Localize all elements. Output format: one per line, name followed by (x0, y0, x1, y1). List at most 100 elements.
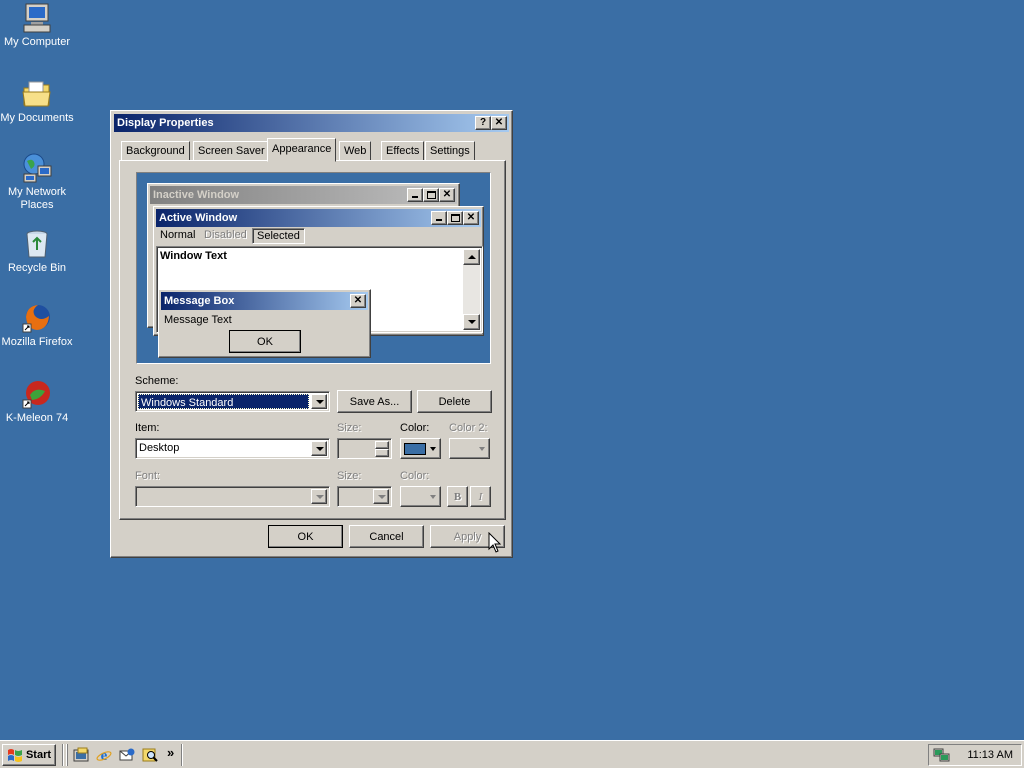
dialog-title: Display Properties (117, 117, 214, 129)
scheme-select-value: Windows Standard (138, 394, 309, 409)
item-select-value: Desktop (139, 442, 180, 454)
delete-button[interactable]: Delete (417, 390, 492, 413)
desktop-icon-label: Recycle Bin (7, 262, 67, 274)
minimize-icon (407, 188, 423, 202)
taskbar-divider (181, 744, 183, 766)
desktop-icon-label: My Documents (0, 112, 74, 124)
italic-button: I (470, 486, 491, 507)
font-color-button (400, 486, 441, 507)
taskbar: Start e » 11:13 AM (0, 740, 1024, 768)
save-as-button[interactable]: Save As... (337, 390, 412, 413)
tab-appearance[interactable]: Appearance (267, 138, 337, 162)
windows-logo-icon (7, 749, 22, 762)
scroll-down-icon (463, 314, 480, 330)
chevron-down-icon[interactable] (311, 394, 327, 409)
chevron-down-icon[interactable] (311, 441, 327, 456)
search-icon[interactable] (142, 747, 158, 763)
font-size-select (337, 486, 392, 507)
item-color-label: Color: (400, 422, 430, 434)
dialog-titlebar[interactable]: Display Properties ? ✕ (114, 114, 509, 132)
svg-text:e: e (101, 748, 108, 763)
chevron-down-icon (479, 447, 485, 451)
desktop-icon-k-meleon[interactable]: K-Meleon 74 (0, 378, 74, 425)
tab-screen-saver[interactable]: Screen Saver (193, 141, 270, 161)
maximize-icon (447, 211, 463, 225)
desktop-icon-label: K-Meleon 74 (5, 412, 69, 424)
desktop-icon-network-places[interactable]: My Network Places (0, 152, 74, 212)
help-button[interactable]: ? (475, 116, 491, 130)
minimize-icon (431, 211, 447, 225)
desktop-icon-label: My Computer (3, 36, 71, 48)
start-button[interactable]: Start (2, 744, 56, 766)
scheme-select[interactable]: Windows Standard (135, 391, 330, 412)
desktop-icon-recycle-bin[interactable]: Recycle Bin (0, 228, 74, 275)
preview-msgbox-title: Message Box (161, 292, 368, 310)
appearance-preview[interactable]: Inactive Window ✕ Active Window ✕ Normal… (136, 172, 491, 364)
font-select (135, 486, 330, 507)
desktop-icon-firefox[interactable]: Mozilla Firefox (0, 302, 74, 349)
quicklaunch-more[interactable]: » (167, 745, 174, 760)
item-color-button[interactable] (400, 438, 441, 459)
quicklaunch-handle[interactable] (66, 744, 68, 766)
tab-effects[interactable]: Effects (381, 141, 425, 161)
chevron-down-icon (311, 489, 327, 504)
preview-msgbox-text: Message Text (164, 314, 232, 326)
outlook-express-icon[interactable] (119, 747, 135, 763)
my-computer-icon (23, 3, 51, 33)
cancel-button[interactable]: Cancel (349, 525, 424, 548)
preview-menu-disabled: Disabled (204, 229, 247, 241)
preview-scrollbar (463, 249, 480, 330)
spin-down-icon (375, 449, 389, 457)
chevron-down-icon (373, 489, 389, 504)
item-color2-label: Color 2: (449, 422, 488, 434)
ok-button[interactable]: OK (268, 525, 343, 548)
maximize-icon (423, 188, 439, 202)
network-connection-icon[interactable] (933, 747, 951, 763)
close-button[interactable]: ✕ (491, 116, 507, 130)
recycle-bin-icon (26, 230, 48, 258)
item-select[interactable]: Desktop (135, 438, 330, 459)
preview-menu-normal: Normal (160, 229, 196, 241)
tab-background[interactable]: Background (121, 141, 190, 161)
close-icon: ✕ (439, 188, 455, 202)
desktop-icon-label: My Network Places (7, 186, 67, 211)
font-label: Font: (135, 470, 161, 482)
preview-window-text: Window Text (160, 250, 227, 262)
font-size-label: Size: (337, 470, 362, 482)
clock[interactable]: 11:13 AM (967, 749, 1013, 761)
item-label: Item: (135, 422, 160, 434)
color-swatch (404, 442, 426, 455)
system-tray: 11:13 AM (928, 744, 1022, 766)
spin-up-icon (375, 441, 389, 449)
close-icon: ✕ (350, 294, 366, 308)
item-size-label: Size: (337, 422, 362, 434)
bold-button: B (447, 486, 468, 507)
tab-settings[interactable]: Settings (425, 141, 475, 161)
mouse-cursor-icon (488, 532, 502, 553)
close-icon: ✕ (463, 211, 479, 225)
start-label: Start (25, 749, 52, 761)
appearance-tab-panel: Inactive Window ✕ Active Window ✕ Normal… (119, 160, 506, 520)
desktop-icon-label: Mozilla Firefox (1, 336, 73, 348)
item-size-spinner (337, 438, 392, 459)
desktop-icon-my-documents[interactable]: My Documents (0, 78, 74, 125)
internet-explorer-icon[interactable]: e (96, 747, 112, 763)
display-properties-dialog: Display Properties ? ✕ Background Screen… (110, 110, 513, 558)
tab-web[interactable]: Web (339, 141, 372, 161)
taskbar-divider (62, 744, 64, 766)
scroll-up-icon (463, 249, 480, 265)
scheme-label: Scheme: (135, 375, 179, 387)
k-meleon-icon (22, 381, 50, 409)
desktop-icon-my-computer[interactable]: My Computer (0, 2, 74, 49)
show-desktop-icon[interactable] (73, 747, 89, 763)
network-places-icon (23, 153, 52, 183)
chevron-down-icon (430, 495, 436, 499)
chevron-down-icon (430, 447, 436, 451)
item-color2-button (449, 438, 490, 459)
preview-message-box: Message Box ✕ Message Text OK (158, 289, 371, 358)
firefox-icon (22, 305, 50, 333)
preview-menu-selected: Selected (252, 228, 305, 244)
preview-msgbox-ok: OK (229, 330, 301, 353)
folder-icon (22, 81, 51, 107)
font-color-label: Color: (400, 470, 430, 482)
